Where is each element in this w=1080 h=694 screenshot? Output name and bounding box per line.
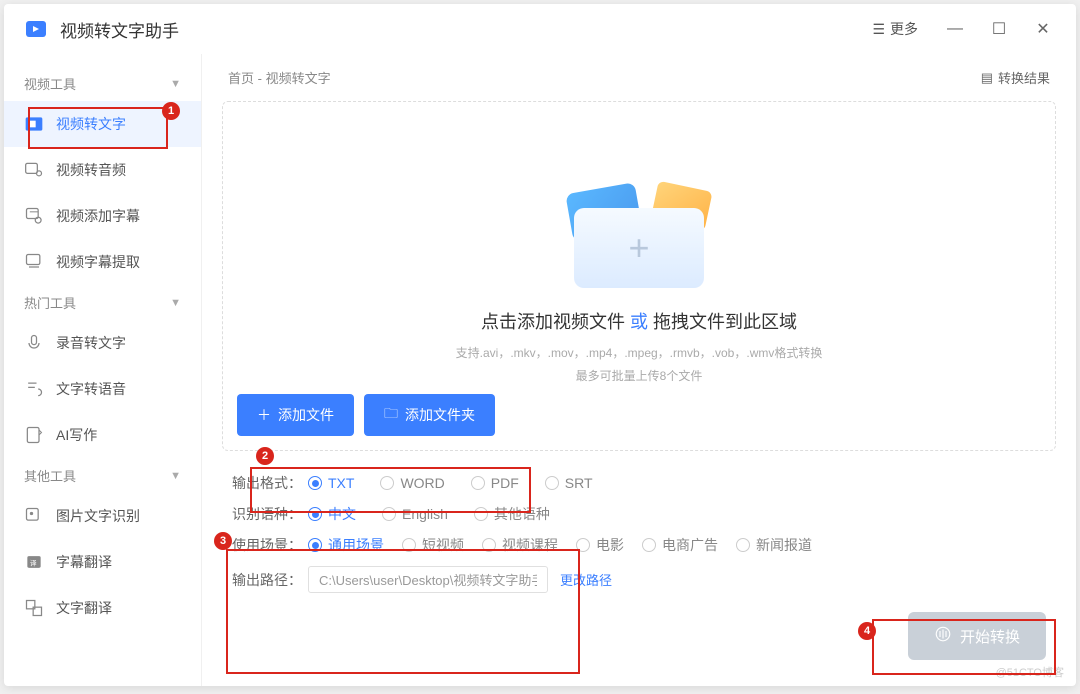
sidebar-item-label: 字幕翻译 <box>56 552 112 572</box>
supported-formats: 支持.avi，.mkv，.mov，.mp4，.mpeg，.rmvb，.vob，.… <box>456 344 823 361</box>
annotation-4: 4 <box>858 622 876 640</box>
sidebar-item-add-subtitle[interactable]: 视频添加字幕 <box>4 193 201 239</box>
start-convert-button[interactable]: 开始转换 <box>908 612 1046 660</box>
upload-limit: 最多可批量上传8个文件 <box>576 367 703 384</box>
format-srt[interactable]: SRT <box>545 475 593 491</box>
sidebar-item-label: 录音转文字 <box>56 333 126 353</box>
text-to-speech-icon <box>24 379 44 399</box>
add-folder-button[interactable]: 🗀 添加文件夹 <box>364 394 495 436</box>
options-panel: 输出格式： TXT WORD PDF SRT 识别语种： 中文 English … <box>222 471 1056 606</box>
sidebar-item-audio-to-text[interactable]: 录音转文字 <box>4 320 201 366</box>
video-to-text-icon <box>24 114 44 134</box>
sidebar-item-label: 视频转音频 <box>56 160 126 180</box>
sidebar-item-label: 视频添加字幕 <box>56 206 140 226</box>
format-txt[interactable]: TXT <box>308 475 354 491</box>
lang-label: 识别语种： <box>232 504 308 524</box>
scene-ad[interactable]: 电商广告 <box>642 535 718 555</box>
watermark: @51CTO博客 <box>996 664 1064 680</box>
sidebar-item-text-translate[interactable]: 文字翻译 <box>4 585 201 631</box>
video-to-audio-icon <box>24 160 44 180</box>
close-button[interactable]: ✕ <box>1028 14 1058 44</box>
titlebar: 视频转文字助手 ☰ 更多 — ☐ ✕ <box>4 4 1076 54</box>
subtitle-translate-icon: 译 <box>24 552 44 572</box>
add-file-button[interactable]: ＋ 添加文件 <box>237 394 354 436</box>
text-translate-icon <box>24 598 44 618</box>
annotation-2: 2 <box>256 447 274 465</box>
output-format-row: 输出格式： TXT WORD PDF SRT <box>232 473 1046 493</box>
app-logo <box>22 15 50 43</box>
sidebar-item-extract-subtitle[interactable]: 视频字幕提取 <box>4 239 201 285</box>
change-path-link[interactable]: 更改路径 <box>560 570 612 589</box>
sidebar-item-subtitle-translate[interactable]: 译 字幕翻译 <box>4 539 201 585</box>
folder-icon: 🗀 <box>384 403 398 427</box>
result-link[interactable]: ▤ 转换结果 <box>981 68 1050 87</box>
sidebar-item-label: 视频字幕提取 <box>56 252 140 272</box>
chevron-down-icon: ▼ <box>170 78 181 90</box>
ocr-icon <box>24 506 44 526</box>
output-path-input[interactable] <box>308 566 548 593</box>
plus-icon: ＋ <box>257 405 271 425</box>
format-pdf[interactable]: PDF <box>471 475 519 491</box>
lang-other[interactable]: 其他语种 <box>474 504 550 524</box>
section-header-other[interactable]: 其他工具▼ <box>4 458 201 493</box>
scene-course[interactable]: 视频课程 <box>482 535 558 555</box>
chevron-down-icon: ▼ <box>170 470 181 482</box>
annotation-3: 3 <box>214 532 232 550</box>
hamburger-icon: ☰ <box>872 21 885 38</box>
add-subtitle-icon <box>24 206 44 226</box>
sidebar-item-ocr[interactable]: 图片文字识别 <box>4 493 201 539</box>
dropzone[interactable]: + 点击添加视频文件 或 拖拽文件到此区域 支持.avi，.mkv，.mov，.… <box>222 101 1056 451</box>
drop-title: 点击添加视频文件 或 拖拽文件到此区域 <box>481 308 797 334</box>
ai-writing-icon <box>24 425 44 445</box>
format-label: 输出格式： <box>232 473 308 493</box>
app-title: 视频转文字助手 <box>60 17 179 42</box>
section-header-video[interactable]: 视频工具▼ <box>4 66 201 101</box>
breadcrumb: 首页 - 视频转文字 <box>228 68 331 87</box>
svg-text:译: 译 <box>30 559 37 567</box>
lang-zh[interactable]: 中文 <box>308 504 356 524</box>
language-row: 识别语种： 中文 English 其他语种 <box>232 504 1046 524</box>
output-path-row: 输出路径： 更改路径 <box>232 566 1046 593</box>
maximize-button[interactable]: ☐ <box>984 14 1014 44</box>
scene-row: 使用场景： 通用场景 短视频 视频课程 电影 电商广告 新闻报道 <box>232 535 1046 555</box>
scene-news[interactable]: 新闻报道 <box>736 535 812 555</box>
scene-general[interactable]: 通用场景 <box>308 535 384 555</box>
audio-to-text-icon <box>24 333 44 353</box>
scene-label: 使用场景： <box>232 535 308 555</box>
scene-movie[interactable]: 电影 <box>576 535 624 555</box>
chevron-down-icon: ▼ <box>170 297 181 309</box>
format-word[interactable]: WORD <box>380 475 444 491</box>
minimize-button[interactable]: — <box>940 14 970 44</box>
section-header-hot[interactable]: 热门工具▼ <box>4 285 201 320</box>
main-panel: 首页 - 视频转文字 ▤ 转换结果 + 点击添加视频文件 或 拖拽文件到此区域 <box>202 54 1076 686</box>
extract-subtitle-icon <box>24 252 44 272</box>
sidebar-item-text-to-speech[interactable]: 文字转语音 <box>4 366 201 412</box>
convert-icon <box>934 625 952 647</box>
lang-en[interactable]: English <box>382 506 448 522</box>
annotation-1: 1 <box>162 102 180 120</box>
sidebar: 视频工具▼ 视频转文字 视频转音频 视频添加字幕 视频字幕提取 热门工具▼ <box>4 54 202 686</box>
scene-short[interactable]: 短视频 <box>402 535 464 555</box>
sidebar-item-label: 文字转语音 <box>56 379 126 399</box>
sidebar-item-label: 图片文字识别 <box>56 506 140 526</box>
sidebar-item-label: AI写作 <box>56 425 97 445</box>
document-icon: ▤ <box>981 70 993 86</box>
path-label: 输出路径： <box>232 570 308 590</box>
sidebar-item-label: 文字翻译 <box>56 598 112 618</box>
sidebar-item-video-to-audio[interactable]: 视频转音频 <box>4 147 201 193</box>
sidebar-item-label: 视频转文字 <box>56 114 126 134</box>
folder-illustration: + <box>559 168 719 288</box>
sidebar-item-ai-writing[interactable]: AI写作 <box>4 412 201 458</box>
more-button[interactable]: ☰ 更多 <box>864 15 926 43</box>
